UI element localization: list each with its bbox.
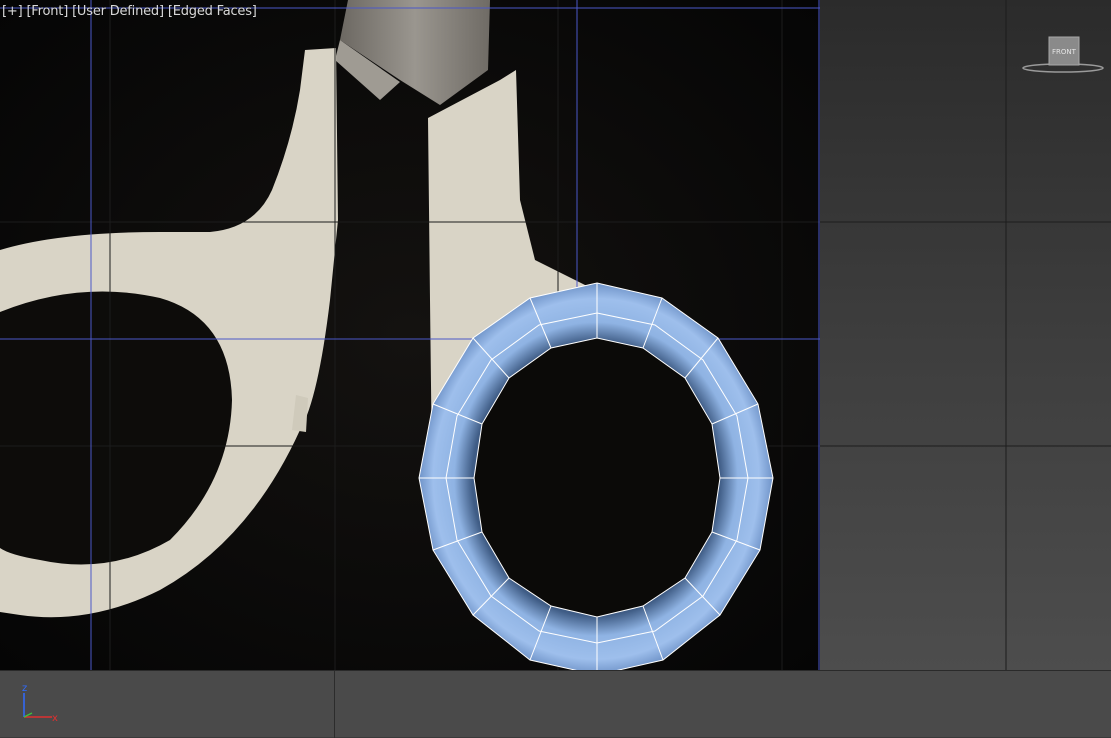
viewcube-icon[interactable]: FRONT — [1022, 34, 1104, 76]
panel-divider — [334, 671, 335, 738]
front-viewport[interactable]: [+] [Front] [User Defined] [Edged Faces]… — [0, 0, 1111, 670]
bottom-panel: z x — [0, 670, 1111, 738]
torus-model[interactable] — [418, 282, 774, 670]
viewport-label: [+] [Front] [User Defined] [Edged Faces] — [2, 4, 257, 19]
viewport-shading-mode[interactable]: [User Defined] — [72, 4, 164, 19]
scene-overlay — [0, 0, 1111, 670]
axis-x-label: x — [52, 713, 58, 724]
viewport-menu-plus[interactable]: [+] — [2, 4, 23, 19]
viewport-edged-faces[interactable]: [Edged Faces] — [168, 4, 257, 19]
axis-z-label: z — [22, 683, 27, 694]
viewcube-front-label: FRONT — [1052, 48, 1077, 56]
axis-tripod-icon: z x — [22, 683, 58, 724]
viewport-point-of-view[interactable]: [Front] — [26, 4, 68, 19]
